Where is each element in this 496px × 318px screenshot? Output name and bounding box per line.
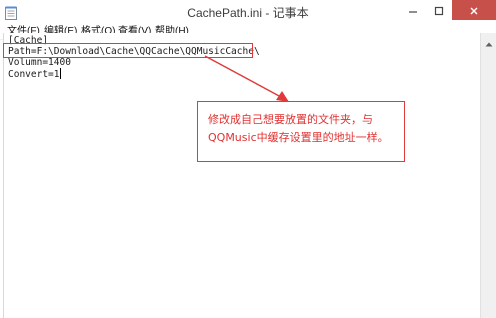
close-button[interactable] — [452, 0, 496, 20]
editor-line-3: Volumn=1400 — [8, 57, 71, 68]
maximize-button[interactable] — [426, 0, 452, 20]
editor-line-4-text: Convert=1 — [8, 69, 60, 80]
minimize-button[interactable] — [400, 0, 426, 20]
annotation-line-1: 修改成自己想要放置的文件夹，与 — [208, 113, 373, 126]
maximize-icon — [434, 1, 444, 20]
notepad-window: CachePath.ini - 记事本 文件(F) 编辑(E) 格式(O) 查看… — [0, 0, 496, 318]
scroll-up-button[interactable] — [481, 33, 496, 49]
annotation-line-2: QQMusic中缓存设置里的地址一样。 — [208, 131, 389, 144]
text-caret — [60, 68, 62, 79]
text-editor[interactable]: [Cache] Path=F:\Download\Cache\QQCache\Q… — [3, 33, 481, 318]
path-highlight-box — [3, 43, 253, 58]
chevron-up-icon — [485, 32, 493, 51]
editor-line-4: Convert=1 — [8, 68, 62, 80]
minimize-icon — [408, 1, 418, 20]
window-controls — [400, 0, 496, 20]
vertical-scrollbar[interactable] — [480, 33, 496, 318]
annotation-callout: 修改成自己想要放置的文件夹，与 QQMusic中缓存设置里的地址一样。 — [197, 101, 405, 162]
close-icon — [469, 1, 479, 20]
